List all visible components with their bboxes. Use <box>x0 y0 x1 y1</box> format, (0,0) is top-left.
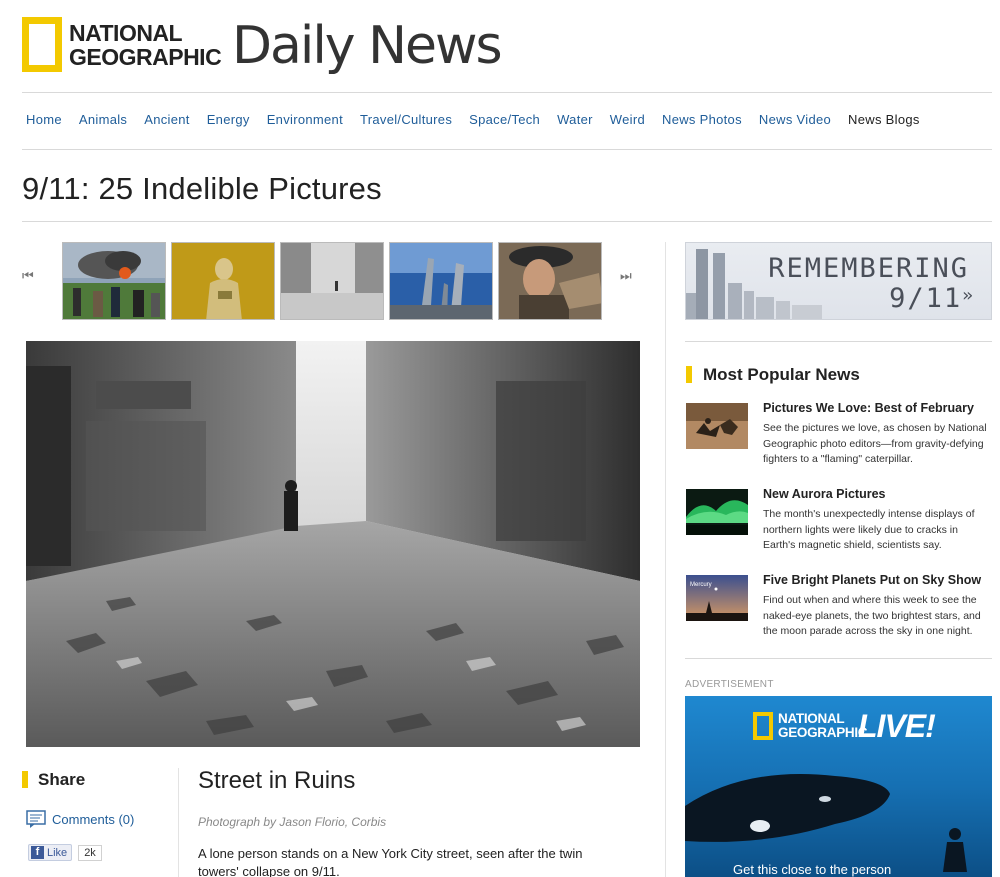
news-title-2[interactable]: New Aurora Pictures <box>763 487 886 501</box>
nav-water[interactable]: Water <box>557 112 593 127</box>
last-photo-icon[interactable]: ⏭ <box>620 268 632 284</box>
news-thumb-2[interactable] <box>686 489 748 535</box>
banner-arrow-icon: » <box>962 285 975 306</box>
photo-credit: Photograph by Jason Florio, Corbis <box>198 815 387 829</box>
carousel-thumb-4[interactable] <box>389 242 493 320</box>
carousel-thumb-2[interactable] <box>171 242 275 320</box>
nav-energy[interactable]: Energy <box>207 112 250 127</box>
like-count: 2k <box>78 844 102 861</box>
news-thumb-3[interactable]: Mercury <box>686 575 748 621</box>
logo-line-1: NATIONAL <box>69 20 183 46</box>
first-photo-icon[interactable]: ⏮ <box>22 268 34 284</box>
remembering-911-banner[interactable]: REMEMBERING 9/11» <box>685 242 992 320</box>
banner-line-1: REMEMBERING <box>768 253 969 284</box>
sidebar-rule-1 <box>685 341 992 342</box>
main-nav: Home Animals Ancient Energy Environment … <box>26 112 937 127</box>
share-divider <box>178 768 179 877</box>
comment-icon <box>26 810 46 828</box>
facebook-icon: f <box>31 846 44 859</box>
carousel-thumb-1[interactable] <box>62 242 166 320</box>
news-desc-1: See the pictures we love, as chosen by N… <box>763 422 987 465</box>
facebook-like: f Like 2k <box>28 844 102 861</box>
logo-line-2: GEOGRAPHIC <box>69 44 222 70</box>
news-thumb-1[interactable] <box>686 403 748 449</box>
like-label: Like <box>47 846 68 859</box>
nav-news-video[interactable]: News Video <box>759 112 831 127</box>
natgeo-logo-text[interactable]: NATIONAL GEOGRAPHIC <box>69 20 222 70</box>
nav-travel-cultures[interactable]: Travel/Cultures <box>360 112 452 127</box>
sidebar-divider <box>665 242 666 877</box>
carousel-thumb-3[interactable] <box>280 242 384 320</box>
ad-label: ADVERTISEMENT <box>685 679 774 690</box>
site-header: NATIONAL GEOGRAPHIC Daily News <box>22 12 992 92</box>
banner-911: 9/11 <box>889 283 963 314</box>
facebook-like-button[interactable]: f Like <box>28 844 73 861</box>
nav-home[interactable]: Home <box>26 112 62 127</box>
nav-environment[interactable]: Environment <box>267 112 343 127</box>
nav-space-tech[interactable]: Space/Tech <box>469 112 540 127</box>
header-divider <box>22 92 992 93</box>
nav-divider <box>22 149 992 150</box>
nav-news-photos[interactable]: News Photos <box>662 112 742 127</box>
comments-label: Comments (0) <box>52 811 135 827</box>
news-thumb-3-label: Mercury <box>690 582 712 588</box>
nav-news-blogs[interactable]: News Blogs <box>848 112 920 127</box>
nav-weird[interactable]: Weird <box>610 112 645 127</box>
nav-animals[interactable]: Animals <box>79 112 127 127</box>
carousel-thumb-5[interactable] <box>498 242 602 320</box>
comments-link[interactable]: Comments (0) <box>26 810 134 828</box>
main-photo <box>26 341 640 747</box>
photo-title: Street in Ruins <box>198 767 356 794</box>
news-desc-3: Find out when and where this week to see… <box>763 594 981 637</box>
most-popular-heading: Most Popular News <box>686 365 860 385</box>
news-desc-2: The month's unexpectedly intense display… <box>763 508 975 551</box>
advertisement-banner[interactable]: NATIONAL GEOGRAPHIC LIVE! Get this close… <box>685 696 992 877</box>
photo-caption: A lone person stands on a New York City … <box>198 846 583 877</box>
sidebar-rule-2 <box>685 658 992 659</box>
banner-line-2: 9/11» <box>889 283 975 314</box>
site-title[interactable]: Daily News <box>232 16 503 76</box>
natgeo-logo-icon[interactable] <box>22 17 62 72</box>
news-title-3[interactable]: Five Bright Planets Put on Sky Show <box>763 573 981 587</box>
nav-ancient[interactable]: Ancient <box>144 112 189 127</box>
ad-tagline: Get this close to the person <box>733 862 892 877</box>
whale-icon <box>685 774 967 872</box>
photo-carousel: ⏮ ⏭ <box>22 242 650 322</box>
page-title: 9/11: 25 Indelible Pictures <box>22 171 382 206</box>
share-heading: Share <box>22 770 85 790</box>
news-title-1[interactable]: Pictures We Love: Best of February <box>763 401 974 415</box>
title-divider <box>22 221 992 222</box>
